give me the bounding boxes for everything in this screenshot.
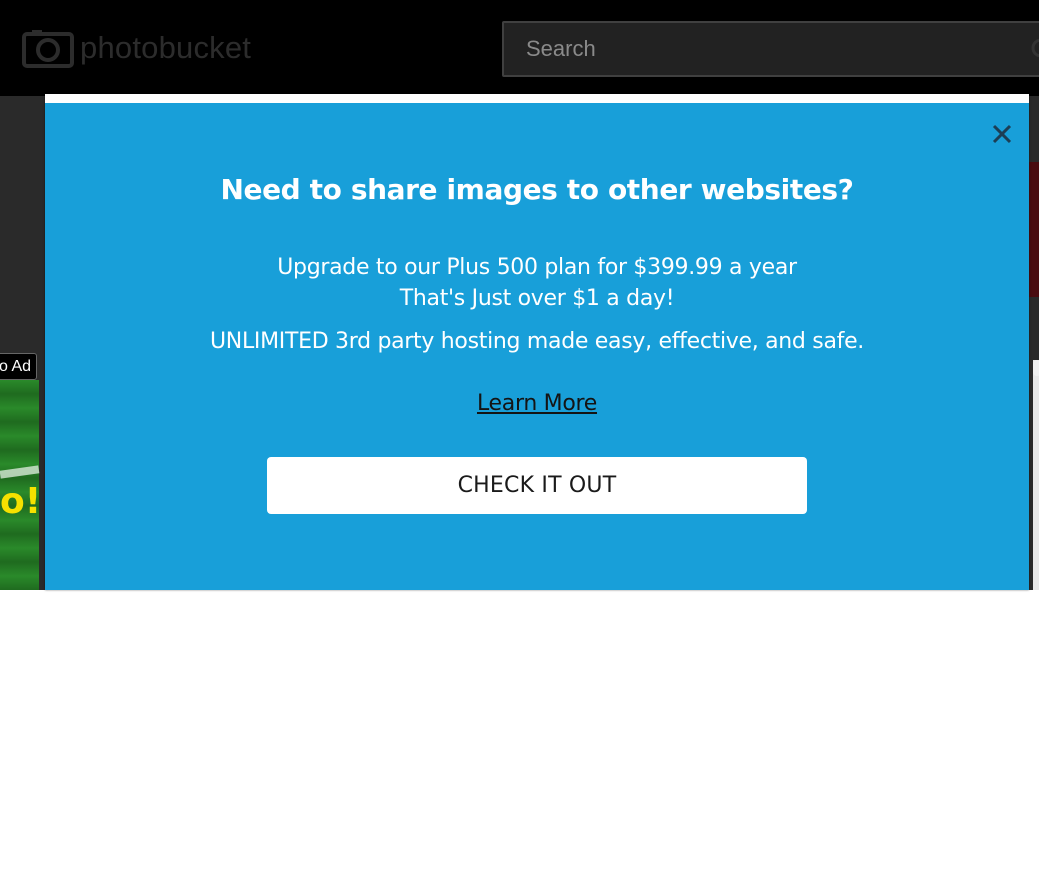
- background-banner-strip: [1029, 162, 1039, 297]
- page: photobucket o!! o Ad Need to share image…: [0, 0, 1039, 872]
- modal-price-text: That's Just over $1 a day!: [399, 286, 675, 311]
- modal-plan-text: Upgrade to our Plus 500 plan for $399.99…: [277, 255, 797, 280]
- modal-title: Need to share images to other websites?: [220, 173, 854, 206]
- search-box[interactable]: [502, 21, 1039, 77]
- ad-badge[interactable]: o Ad: [0, 353, 37, 380]
- camera-icon: [22, 30, 74, 68]
- learn-more-link[interactable]: Learn More: [477, 391, 597, 416]
- modal-feature-text: UNLIMITED 3rd party hosting made easy, e…: [209, 329, 865, 354]
- right-ad-knob: [1033, 360, 1039, 376]
- close-icon[interactable]: [989, 121, 1015, 147]
- check-it-out-button[interactable]: CHECK IT OUT: [267, 457, 807, 514]
- search-input[interactable]: [504, 23, 1039, 75]
- right-ad-edge: [1033, 360, 1039, 590]
- search-icon[interactable]: [1030, 37, 1039, 63]
- upgrade-modal: Need to share images to other websites? …: [45, 94, 1029, 590]
- learn-more-container: Learn More: [45, 391, 1029, 416]
- logo-text: photobucket: [80, 30, 252, 65]
- top-bar: photobucket: [0, 0, 1039, 96]
- photobucket-logo[interactable]: photobucket: [22, 28, 251, 68]
